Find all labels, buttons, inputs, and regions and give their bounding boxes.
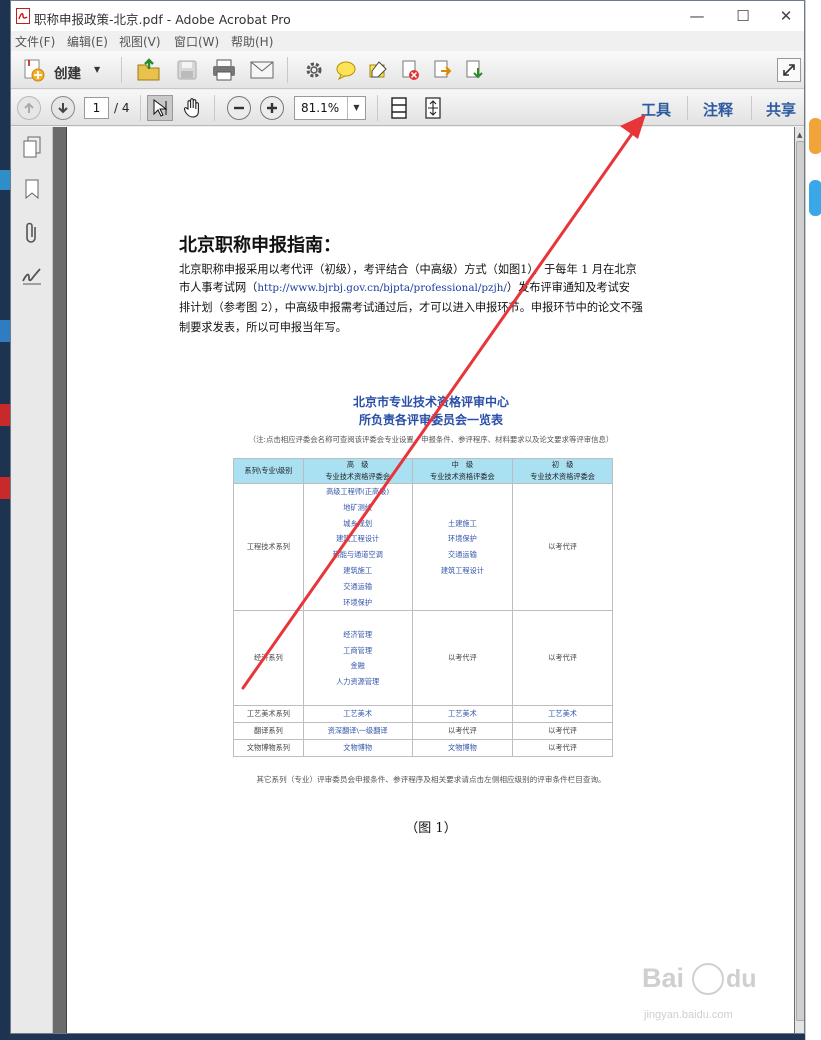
annotation-arrow (241, 114, 646, 690)
arrow-shaft (241, 126, 638, 690)
arrow-head (620, 114, 646, 139)
